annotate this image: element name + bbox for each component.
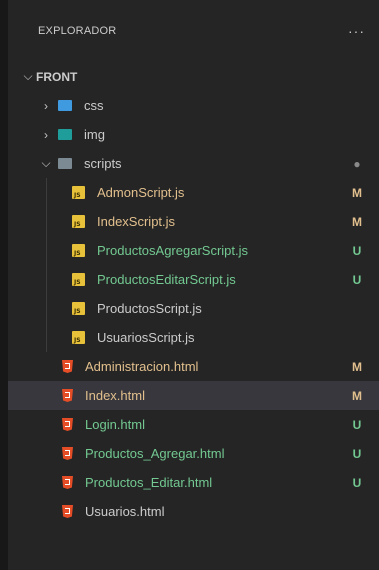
file-label: ProductosEditarScript.js	[97, 272, 236, 287]
folder-css-icon	[58, 100, 72, 111]
explorer-panel: EXPLORADOR ··· ⌵ FRONT › css › img ⌵ scr…	[8, 0, 379, 570]
folder-label: scripts	[84, 156, 122, 171]
chevron-right-icon: ›	[44, 98, 48, 113]
file-label: ProductosAgregarScript.js	[97, 243, 249, 258]
js-file-icon	[72, 244, 85, 257]
file-label: Usuarios.html	[85, 504, 165, 519]
root-label: FRONT	[36, 69, 78, 84]
file-item[interactable]: ProductosAgregarScript.js U	[8, 236, 379, 265]
folder-img-icon	[58, 129, 72, 140]
js-file-icon	[72, 215, 85, 228]
git-status-badge: M	[352, 359, 362, 374]
chevron-right-icon: ›	[44, 127, 48, 142]
js-file-icon	[72, 302, 85, 315]
git-status-badge: U	[352, 272, 362, 287]
file-label: Productos_Agregar.html	[85, 446, 225, 461]
file-label: IndexScript.js	[97, 214, 176, 229]
git-status-badge: U	[352, 417, 362, 432]
file-item[interactable]: Productos_Agregar.html U	[8, 439, 379, 468]
git-status-badge: U	[352, 243, 362, 258]
tree-root-front[interactable]: ⌵ FRONT	[8, 62, 379, 91]
html-file-icon	[62, 360, 73, 373]
folder-css[interactable]: › css	[8, 91, 379, 120]
folder-scripts[interactable]: ⌵ scripts ●	[8, 149, 379, 178]
html-file-icon	[62, 505, 73, 518]
folder-label: img	[84, 127, 105, 142]
folder-scripts-icon	[58, 158, 72, 169]
html-file-icon	[62, 389, 73, 402]
explorer-header: EXPLORADOR ···	[8, 0, 379, 62]
file-label: UsuariosScript.js	[97, 330, 195, 345]
html-file-icon	[62, 447, 73, 460]
js-file-icon	[72, 331, 85, 344]
git-status-badge: M	[352, 388, 362, 403]
file-label: Administracion.html	[85, 359, 199, 374]
explorer-title: EXPLORADOR	[38, 25, 117, 37]
modified-dot-badge: ●	[353, 156, 361, 171]
chevron-down-icon: ⌵	[23, 69, 33, 83]
html-file-icon	[62, 476, 73, 489]
file-item[interactable]: IndexScript.js M	[8, 207, 379, 236]
js-file-icon	[72, 273, 85, 286]
js-file-icon	[72, 186, 85, 199]
file-item[interactable]: Login.html U	[8, 410, 379, 439]
folder-label: css	[84, 98, 104, 113]
git-status-badge: M	[352, 185, 362, 200]
file-item-selected[interactable]: Index.html M	[8, 381, 379, 410]
file-label: Productos_Editar.html	[85, 475, 213, 490]
more-actions-icon[interactable]: ···	[348, 23, 365, 39]
file-item[interactable]: ProductosEditarScript.js U	[8, 265, 379, 294]
file-item[interactable]: ProductosScript.js	[8, 294, 379, 323]
file-item[interactable]: Administracion.html M	[8, 352, 379, 381]
chevron-down-icon: ⌵	[41, 156, 51, 170]
html-file-icon	[62, 418, 73, 431]
file-item[interactable]: UsuariosScript.js	[8, 323, 379, 352]
git-status-badge: M	[352, 214, 362, 229]
file-item[interactable]: Productos_Editar.html U	[8, 468, 379, 497]
file-label: Login.html	[85, 417, 145, 432]
git-status-badge: U	[352, 446, 362, 461]
file-label: AdmonScript.js	[97, 185, 185, 200]
file-label: Index.html	[85, 388, 145, 403]
file-item[interactable]: AdmonScript.js M	[8, 178, 379, 207]
folder-img[interactable]: › img	[8, 120, 379, 149]
git-status-badge: U	[352, 475, 362, 490]
file-label: ProductosScript.js	[97, 301, 202, 316]
file-item[interactable]: Usuarios.html	[8, 497, 379, 526]
